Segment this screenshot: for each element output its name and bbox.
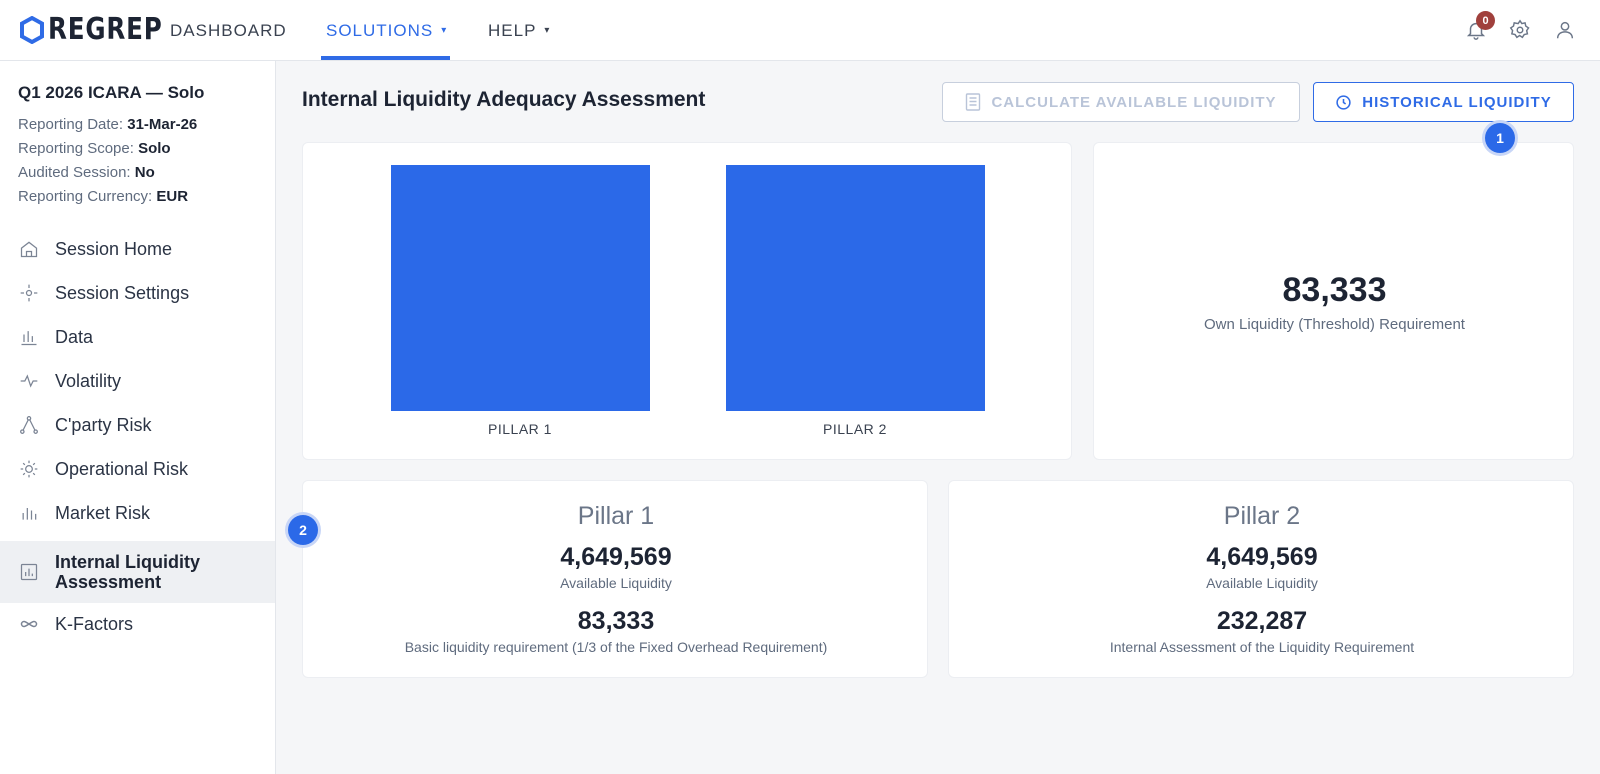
reporting-scope-value: Solo [138,140,171,157]
chevron-down-icon: ▾ [544,25,551,36]
sidebar-item-market-risk[interactable]: Market Risk [0,491,275,535]
top-navbar: REGREP DASHBOARD SOLUTIONS ▾ HELP ▾ 0 [0,0,1600,61]
historical-liquidity-button[interactable]: HISTORICAL LIQUIDITY [1313,82,1574,122]
sidebar-item-internal-liquidity-assessment[interactable]: Internal Liquidity Assessment [0,541,275,603]
pulse-icon [18,370,40,392]
audited-session: Audited Session: No [18,164,155,181]
home-icon [18,238,40,260]
sidebar-item-operational-risk[interactable]: Operational Risk [0,447,275,491]
pillar2-card: Pillar 2 4,649,569 Available Liquidity 2… [948,480,1574,678]
pillar1-card: Pillar 1 4,649,569 Available Liquidity 8… [302,480,928,678]
pillar1-requirement-value: 83,333 [577,607,655,635]
pillar1-available-value: 4,649,569 [560,543,672,571]
sidebar-item-volatility[interactable]: Volatility [0,359,275,403]
pillar2-available-value: 4,649,569 [1206,543,1318,571]
sidebar-item-label: Operational Risk [55,458,189,479]
page-title: Internal Liquidity Adequacy Assessment [302,88,706,111]
active-nav-indicator [321,56,450,60]
infinity-icon [18,613,40,635]
historical-liquidity-label: HISTORICAL LIQUIDITY [1362,93,1552,111]
reporting-date: Reporting Date: 31-Mar-26 [18,116,197,133]
settings-icon [18,282,40,304]
pillar2-requirement-value: 232,287 [1216,607,1308,635]
reporting-currency: Reporting Currency: EUR [18,188,188,205]
threshold-requirement-label: Own Liquidity (Threshold) Requirement [1204,316,1465,333]
sidebar-item-label: Volatility [55,370,122,391]
pillar1-requirement-label: Basic liquidity requirement (1/3 of the … [404,639,828,655]
pillar2-requirement-label: Internal Assessment of the Liquidity Req… [1109,639,1415,655]
gear-icon[interactable] [1507,17,1533,43]
bars-icon [18,502,40,524]
pillar2-available-label: Available Liquidity [1206,575,1318,591]
user-icon[interactable] [1552,17,1578,43]
sidebar-item-k-factors[interactable]: K-Factors [0,602,275,646]
calculate-available-liquidity-label: CALCULATE AVAILABLE LIQUIDITY [991,93,1277,111]
threshold-requirement-value: 83,333 [1282,271,1387,309]
sidebar-item-session-home[interactable]: Session Home [0,227,275,271]
pillar-chart-card: PILLAR 1 PILLAR 2 [302,142,1072,460]
pillar2-title: Pillar 2 [1223,502,1301,530]
chart-category-label: PILLAR 1 [488,421,552,437]
nav-help-label: HELP [488,20,537,40]
brand-name: REGREP [48,12,163,47]
reporting-date-value: 31-Mar-26 [127,116,198,133]
calculate-available-liquidity-button[interactable]: CALCULATE AVAILABLE LIQUIDITY [942,82,1300,122]
sidebar: Q1 2026 ICARA — Solo Reporting Date: 31-… [0,61,276,774]
document-icon [965,93,981,111]
sun-icon [18,458,40,480]
nav-dashboard[interactable]: DASHBOARD [170,0,287,61]
sidebar-item-session-settings[interactable]: Session Settings [0,271,275,315]
brand-logo[interactable]: REGREP [20,14,188,46]
chart-category-label: PILLAR 2 [823,421,887,437]
nav-dashboard-label: DASHBOARD [170,20,287,40]
audited-session-value: No [134,164,155,181]
chevron-down-icon: ▾ [441,25,448,36]
pillar1-available-label: Available Liquidity [560,575,672,591]
reporting-date-label: Reporting Date: [18,116,124,133]
nav-solutions[interactable]: SOLUTIONS ▾ [326,0,447,61]
chart-bar-2[interactable] [725,165,985,411]
reporting-scope: Reporting Scope: Solo [18,140,171,157]
reporting-currency-label: Reporting Currency: [18,188,153,205]
reporting-scope-label: Reporting Scope: [18,140,134,157]
step-marker-1[interactable]: 1 [1485,123,1515,153]
sidebar-item-label: Session Settings [55,282,190,303]
pillar1-title: Pillar 1 [577,502,655,530]
sidebar-item-data[interactable]: Data [0,315,275,359]
nav-help[interactable]: HELP ▾ [488,0,550,61]
sidebar-item-label: Internal Liquidity Assessment [55,552,201,592]
sidebar-item-label: K-Factors [55,613,134,634]
sidebar-item-label: Market Risk [55,502,151,523]
audited-session-label: Audited Session: [18,164,131,181]
clock-icon [1335,94,1352,111]
report-icon [18,561,40,583]
network-icon [18,414,40,436]
sidebar-item-label: Session Home [55,238,173,259]
sidebar-item-label: C'party Risk [55,414,152,435]
session-title: Q1 2026 ICARA — Solo [18,83,205,102]
nav-solutions-label: SOLUTIONS [326,20,434,40]
reporting-currency-value: EUR [156,188,189,205]
hexagon-logo-icon [20,16,44,44]
sidebar-item-cparty-risk[interactable]: C'party Risk [0,403,275,447]
sidebar-item-label: Data [55,326,94,347]
threshold-requirement-card: 83,333 Own Liquidity (Threshold) Require… [1093,142,1574,460]
step-marker-2[interactable]: 2 [288,515,318,545]
bar-chart-icon [18,326,40,348]
notification-count-badge: 0 [1476,11,1495,30]
chart-bar-1[interactable] [390,165,650,411]
